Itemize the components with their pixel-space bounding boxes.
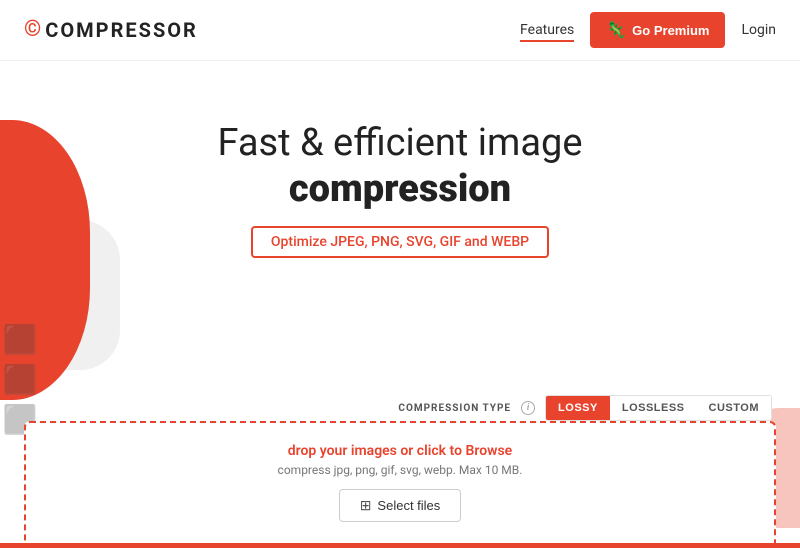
logo[interactable]: © COMPRESSOR bbox=[24, 18, 198, 42]
bottom-bar bbox=[0, 543, 800, 548]
drop-secondary-text: compress jpg, png, gif, svg, webp. Max 1… bbox=[278, 463, 523, 477]
main-content: Fast & efficient image compression Optim… bbox=[0, 61, 800, 258]
blob-icon-2: ⬛ bbox=[3, 366, 38, 394]
logo-text: COMPRESSOR bbox=[45, 18, 198, 42]
compression-tabs: LOSSY LOSSLESS CUSTOM bbox=[545, 395, 772, 421]
header: © COMPRESSOR Features 🦎 Go Premium Login bbox=[0, 0, 800, 61]
compression-type-bar: COMPRESSION TYPE i LOSSY LOSSLESS CUSTOM bbox=[24, 395, 776, 421]
blob-icon-1: ⬛ bbox=[3, 326, 38, 354]
logo-icon: © bbox=[24, 19, 41, 41]
select-files-button[interactable]: ⊞ Select files bbox=[339, 489, 462, 522]
tab-custom[interactable]: CUSTOM bbox=[697, 396, 771, 420]
upload-section: COMPRESSION TYPE i LOSSY LOSSLESS CUSTOM… bbox=[0, 395, 800, 548]
drop-primary-text: drop your images or click to Browse bbox=[288, 443, 512, 459]
hero-title-line1: Fast & efficient image bbox=[217, 121, 582, 165]
premium-icon: 🦎 bbox=[606, 20, 626, 40]
drop-zone[interactable]: drop your images or click to Browse comp… bbox=[24, 421, 776, 548]
select-files-icon: ⊞ bbox=[360, 497, 372, 514]
tab-lossless[interactable]: LOSSLESS bbox=[610, 396, 697, 420]
hero-title: Fast & efficient image compression bbox=[217, 121, 582, 212]
nav: Features 🦎 Go Premium Login bbox=[520, 12, 776, 48]
hero-title-line2: compression bbox=[217, 167, 582, 213]
nav-login-link[interactable]: Login bbox=[741, 22, 776, 38]
premium-label: Go Premium bbox=[632, 23, 709, 38]
compression-label: COMPRESSION TYPE bbox=[398, 403, 511, 414]
compression-info-icon[interactable]: i bbox=[521, 401, 535, 415]
nav-features-link[interactable]: Features bbox=[520, 22, 574, 38]
go-premium-button[interactable]: 🦎 Go Premium bbox=[590, 12, 725, 48]
hero-subtitle: Optimize JPEG, PNG, SVG, GIF and WEBP bbox=[251, 226, 549, 258]
tab-lossy[interactable]: LOSSY bbox=[546, 396, 610, 420]
select-files-label: Select files bbox=[377, 498, 440, 513]
